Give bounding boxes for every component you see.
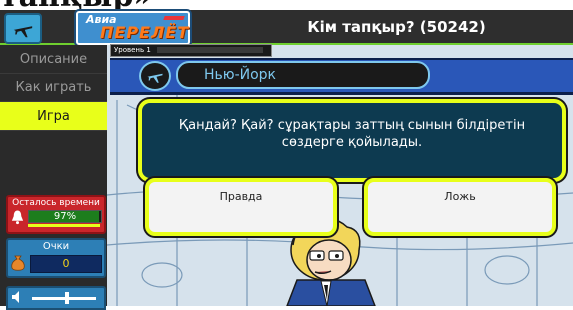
volume-panel <box>6 286 106 310</box>
answer-true-button[interactable]: Правда <box>145 178 337 236</box>
level-label: Уровень 1 <box>114 46 151 54</box>
answer-true-label: Правда <box>219 190 263 203</box>
time-remaining-label: Осталось времени <box>12 198 100 208</box>
plane-icon <box>147 73 163 83</box>
sidebar-item-how-to-play[interactable]: Как играть <box>0 73 107 102</box>
sidebar-item-game[interactable]: Игра <box>0 102 107 131</box>
level-progress-track <box>157 47 263 53</box>
logo-line2: ПЕРЕЛЁТ <box>100 23 190 42</box>
destination-plane-badge <box>139 61 171 91</box>
answer-false-label: Ложь <box>444 190 476 203</box>
speaker-icon[interactable] <box>11 290 25 304</box>
question-box: Қандай? Қай? сұрақтары заттың сынын білд… <box>138 99 566 182</box>
score-value: 0 <box>30 255 102 273</box>
moneybag-icon <box>11 255 25 271</box>
time-underline <box>28 224 100 227</box>
score-panel: Очки 0 <box>6 238 106 278</box>
destination-city-name: Нью-Йорк <box>204 67 276 83</box>
time-progress-bar: 97% <box>28 210 102 223</box>
volume-slider-track[interactable] <box>32 297 96 300</box>
home-button[interactable] <box>4 13 42 44</box>
plane-icon <box>13 25 33 37</box>
time-remaining-value: 97% <box>53 211 77 222</box>
score-label: Очки <box>42 241 70 252</box>
volume-slider-thumb[interactable] <box>65 292 70 304</box>
sidebar-item-description[interactable]: Описание <box>0 45 107 74</box>
time-remaining-panel: Осталось времени 97% <box>6 195 106 234</box>
app-logo: Авиа ПЕРЕЛЁТ <box>76 11 190 45</box>
bell-icon <box>11 210 24 225</box>
level-progress-bar: Уровень 1 <box>110 44 272 57</box>
answer-false-button[interactable]: Ложь <box>364 178 556 236</box>
logo-stripe <box>163 16 185 20</box>
question-text: Қандай? Қай? сұрақтары заттың сынын білд… <box>178 118 526 150</box>
destination-city-pill: Нью-Йорк <box>176 61 430 89</box>
game-title: Кім тапқыр? (50242) <box>307 17 486 36</box>
